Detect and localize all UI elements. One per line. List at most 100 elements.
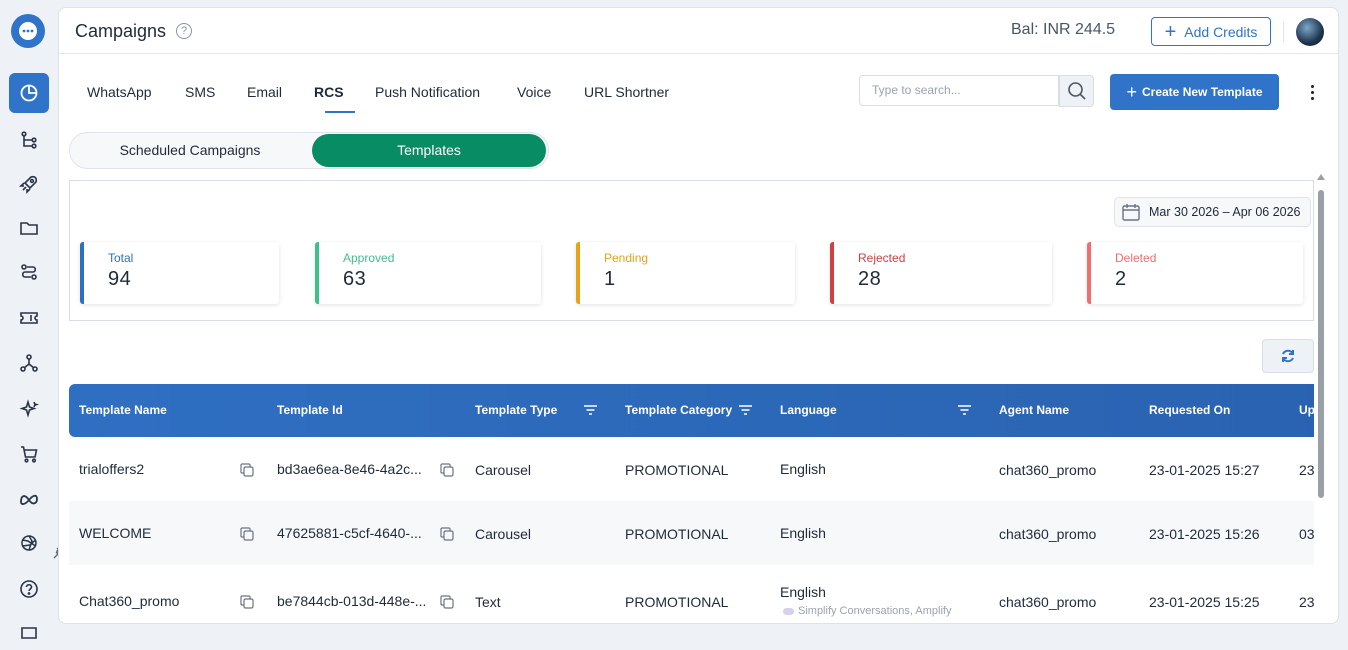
help-circle-icon[interactable]: ?	[176, 23, 192, 39]
template-id: bd3ae6ea-8e46-4a2c...	[277, 461, 422, 477]
create-template-button[interactable]: + Create New Template	[1110, 74, 1279, 110]
tab-email[interactable]: Email	[247, 84, 282, 100]
date-range-text: Mar 30 2026 – Apr 06 2026	[1149, 205, 1301, 219]
cart-icon[interactable]	[9, 434, 49, 474]
tab-url-shortner[interactable]: URL Shortner	[584, 84, 669, 100]
meta-icon[interactable]	[9, 479, 49, 519]
stat-card-rejected[interactable]: Rejected 28	[830, 242, 1052, 304]
language-preview-text: Simplify Conversations, Amplify	[798, 605, 952, 617]
template-category: PROMOTIONAL	[625, 462, 729, 478]
table-row[interactable]: WELCOME 47625881-c5cf-4640-... Carousel …	[69, 501, 1314, 565]
refresh-button[interactable]	[1262, 339, 1314, 373]
col-requested-on[interactable]: Requested On	[1149, 403, 1230, 417]
more-nav-icon[interactable]	[9, 610, 49, 650]
templates-table: Template Name Template Id Template Type …	[69, 384, 1314, 623]
stat-value: 63	[343, 268, 367, 290]
plus-icon: +	[1126, 81, 1137, 102]
vertical-scrollbar[interactable]	[1318, 190, 1324, 498]
tab-voice[interactable]: Voice	[517, 84, 551, 100]
refresh-icon	[1282, 349, 1294, 363]
template-name: WELCOME	[79, 525, 152, 541]
language-preview: Simplify Conversations, Amplify	[783, 605, 951, 617]
template-id: 47625881-c5cf-4640-...	[277, 525, 422, 541]
folder-icon[interactable]	[9, 208, 49, 248]
tab-push-notification[interactable]: Push Notification	[375, 84, 480, 100]
stat-label: Total	[108, 251, 134, 265]
message-bubble-icon	[783, 607, 794, 615]
openai-icon[interactable]	[9, 523, 49, 563]
filter-icon[interactable]	[957, 404, 972, 416]
sparkle-ai-icon[interactable]	[9, 389, 49, 429]
rocket-icon[interactable]	[9, 164, 49, 204]
stat-value: 1	[604, 268, 616, 290]
table-header: Template Name Template Id Template Type …	[69, 384, 1314, 437]
calendar-icon	[1122, 204, 1140, 221]
scroll-up-arrow-icon[interactable]	[1317, 174, 1325, 180]
copy-icon[interactable]	[240, 463, 254, 477]
add-credits-label: Add Credits	[1184, 23, 1258, 40]
tab-whatsapp[interactable]: WhatsApp	[87, 84, 152, 100]
network-icon[interactable]	[9, 343, 49, 383]
requested-on: 23-01-2025 15:27	[1149, 462, 1260, 478]
template-type: Text	[475, 594, 501, 610]
add-credits-button[interactable]: + Add Credits	[1151, 17, 1271, 46]
updated-on: 03	[1299, 526, 1314, 542]
page-title: Campaigns	[75, 21, 167, 41]
col-template-name[interactable]: Template Name	[79, 403, 167, 417]
agent-name: chat360_promo	[999, 526, 1097, 542]
template-type: Carousel	[475, 526, 532, 542]
col-template-type[interactable]: Template Type	[475, 403, 557, 417]
language: English	[780, 525, 826, 541]
top-header: Campaigns ? Bal: INR 244.5 + Add Credits	[59, 8, 1338, 54]
col-language[interactable]: Language	[780, 403, 837, 417]
stat-card-deleted[interactable]: Deleted 2	[1087, 242, 1303, 304]
template-id: be7844cb-013d-448e-...	[277, 593, 427, 609]
flow-tree-icon[interactable]	[9, 120, 49, 160]
col-updated-on[interactable]: Up	[1299, 403, 1314, 417]
col-agent-name[interactable]: Agent Name	[999, 403, 1069, 417]
app-logo-icon[interactable]	[11, 14, 45, 48]
col-template-id[interactable]: Template Id	[277, 403, 343, 417]
stat-card-pending[interactable]: Pending 1	[576, 242, 795, 304]
stat-card-approved[interactable]: Approved 63	[315, 242, 541, 304]
template-category: PROMOTIONAL	[625, 594, 729, 610]
copy-icon[interactable]	[440, 527, 454, 541]
stat-value: 94	[108, 268, 132, 290]
copy-icon[interactable]	[240, 595, 254, 609]
header-divider	[1283, 22, 1284, 42]
copy-icon[interactable]	[240, 527, 254, 541]
requested-on: 23-01-2025 15:26	[1149, 526, 1260, 542]
table-row[interactable]: Chat360_promo be7844cb-013d-448e-... Tex…	[69, 565, 1314, 623]
tab-sms[interactable]: SMS	[185, 84, 215, 100]
search-button[interactable]	[1059, 75, 1094, 107]
stat-card-total[interactable]: Total 94	[80, 242, 279, 304]
user-avatar[interactable]	[1296, 18, 1324, 46]
more-options-icon[interactable]	[1304, 82, 1320, 102]
copy-icon[interactable]	[440, 463, 454, 477]
date-range-picker[interactable]: Mar 30 2026 – Apr 06 2026	[1114, 197, 1311, 227]
templates-toggle[interactable]: Templates	[312, 134, 546, 167]
tab-rcs[interactable]: RCS	[314, 84, 344, 100]
dashboard-pie-icon[interactable]	[9, 73, 49, 113]
language: English	[780, 461, 826, 477]
scheduled-campaigns-toggle[interactable]: Scheduled Campaigns	[70, 133, 310, 168]
workflow-icon[interactable]	[9, 252, 49, 292]
template-name: trialoffers2	[79, 461, 145, 477]
main-panel: Campaigns ? Bal: INR 244.5 + Add Credits…	[58, 7, 1339, 624]
template-type: Carousel	[475, 462, 532, 478]
col-template-category[interactable]: Template Category	[625, 403, 732, 417]
plus-icon: +	[1164, 20, 1177, 43]
filter-icon[interactable]	[583, 404, 598, 416]
updated-on: 23	[1299, 462, 1314, 478]
filter-icon[interactable]	[738, 404, 753, 416]
agent-name: chat360_promo	[999, 462, 1097, 478]
search-input[interactable]: Type to search...	[859, 75, 1059, 106]
help-icon[interactable]	[9, 569, 49, 609]
stat-value: 28	[858, 268, 882, 290]
stat-value: 2	[1115, 268, 1127, 290]
table-row[interactable]: trialoffers2 bd3ae6ea-8e46-4a2c... Carou…	[69, 437, 1314, 501]
copy-icon[interactable]	[440, 595, 454, 609]
ticket-icon[interactable]	[9, 298, 49, 338]
updated-on: 23	[1299, 594, 1314, 610]
stat-label: Approved	[343, 251, 395, 265]
